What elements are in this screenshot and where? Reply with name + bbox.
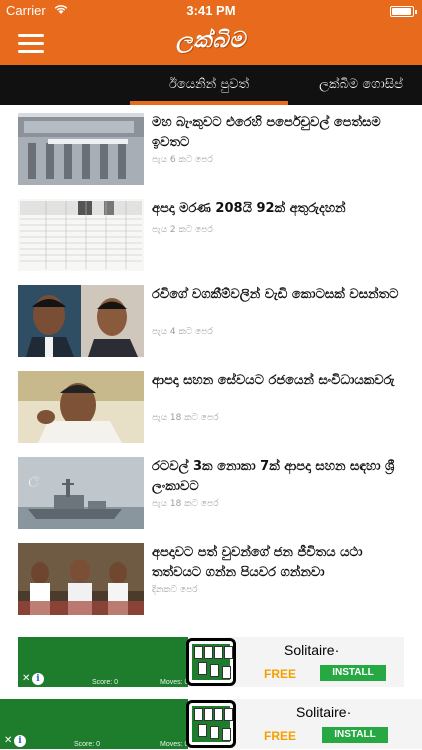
news-headline: අපදාවට පත් වුවන්ගේ ජන ජීවිතය යථා තත්වයට …	[152, 545, 363, 580]
news-item[interactable]: අපදාවට පත් වුවන්ගේ ජන ජීවිතය යථා තත්වයට …	[0, 535, 422, 621]
app-header: ලක්බිම	[0, 22, 422, 65]
tab-lakbima-gossip[interactable]: ලක්බිම ගොසිප්	[300, 65, 422, 105]
solitaire-app-icon	[186, 638, 236, 686]
ad-free-label: FREE	[264, 667, 297, 681]
news-time: පැය 2 කට පෙර	[152, 225, 213, 235]
news-item[interactable]: රවිගේ වගකීම්වලින් වැඩි කොටසක් වසන්තට පැය…	[0, 277, 422, 363]
news-thumbnail	[18, 371, 144, 443]
status-bar: Carrier 3:41 PM	[0, 0, 422, 22]
news-thumbnail: ල	[18, 457, 144, 529]
ad-install-button[interactable]: INSTALL	[320, 665, 386, 681]
news-headline: ආපදා සහන සේවයට රජයෙන් සංවිධායකවරු	[152, 373, 395, 388]
news-headline: රවිගේ වගකීම්වලින් වැඩි කොටසක් වසන්තට	[152, 287, 399, 302]
news-time: දිනකට පෙර	[152, 585, 198, 595]
tab-bar: ඊයෙනින් පුවත් ලක්බිම ගොසිප්	[0, 65, 422, 105]
news-thumbnail	[18, 285, 144, 357]
ad-info-icon[interactable]: i	[32, 673, 44, 685]
ad-install-button[interactable]: INSTALL	[322, 727, 388, 743]
news-item[interactable]: මහ බැංකුවට එරෙහි පර්පෙචුවල් පෙත්සම ඉවතට …	[0, 105, 422, 191]
news-item[interactable]: ආපදා සහන සේවයට රජයෙන් සංවිධායකවරු පැය 18…	[0, 363, 422, 449]
tab-label: ලක්බිම ගොසිප්	[319, 77, 403, 92]
clock: 3:41 PM	[186, 3, 236, 18]
ad-title: Solitaire·	[284, 642, 340, 658]
ad-moves-label: Moves: 0	[160, 679, 189, 686]
news-item[interactable]: ල රටවල් 3ක නොකා 7ක් ආපදා සහන සඳහා ශ්‍රී …	[0, 449, 422, 535]
ad-free-label: FREE	[264, 729, 297, 743]
ad-score-label: Score: 0	[74, 741, 101, 748]
ad-close-icon[interactable]: ✕	[4, 735, 14, 747]
ad-title: Solitaire·	[296, 704, 352, 720]
news-headline: මහ බැංකුවට එරෙහි පර්පෙචුවල් පෙත්සම ඉවතට	[152, 115, 381, 150]
app-logo: ලක්බිම	[175, 28, 247, 53]
ad-info-icon[interactable]: i	[14, 735, 26, 747]
ad-banner[interactable]: ✕ i Score: 0 Moves: 0 Solitaire· FREE IN…	[0, 699, 422, 749]
svg-text:ල: ල	[28, 471, 39, 487]
solitaire-app-icon	[186, 700, 236, 748]
tab-label: ඊයෙනින් පුවත්	[168, 77, 250, 92]
news-time: පැය 18 කට පෙර	[152, 499, 219, 509]
news-item[interactable]: අපදා මරණ 208යි 92ක් අතුරුදහන් පැය 2 කට ප…	[0, 191, 422, 277]
news-time: පැය 18 කට පෙර	[152, 413, 219, 423]
ad-score-label: Score: 0	[92, 679, 119, 686]
battery-icon	[390, 6, 417, 17]
news-thumbnail	[18, 199, 144, 271]
ad-close-icon[interactable]: ✕	[22, 673, 32, 685]
news-time: පැය 4 කට පෙර	[152, 327, 213, 337]
ad-moves-label: Moves: 0	[160, 741, 189, 748]
news-headline: රටවල් 3ක නොකා 7ක් ආපදා සහන සඳහා ශ්‍රී ලං…	[152, 459, 395, 494]
news-thumbnail	[18, 543, 144, 615]
news-time: පැය 6 කට පෙර	[152, 155, 213, 165]
news-headline: අපදා මරණ 208යි 92ක් අතුරුදහන්	[152, 201, 346, 216]
ad-banner[interactable]: ✕ i Score: 0 Moves: 0 Solitaire· FREE IN…	[18, 637, 404, 687]
tab-latest-news[interactable]: ඊයෙනින් පුවත්	[130, 65, 288, 105]
news-thumbnail	[18, 113, 144, 185]
